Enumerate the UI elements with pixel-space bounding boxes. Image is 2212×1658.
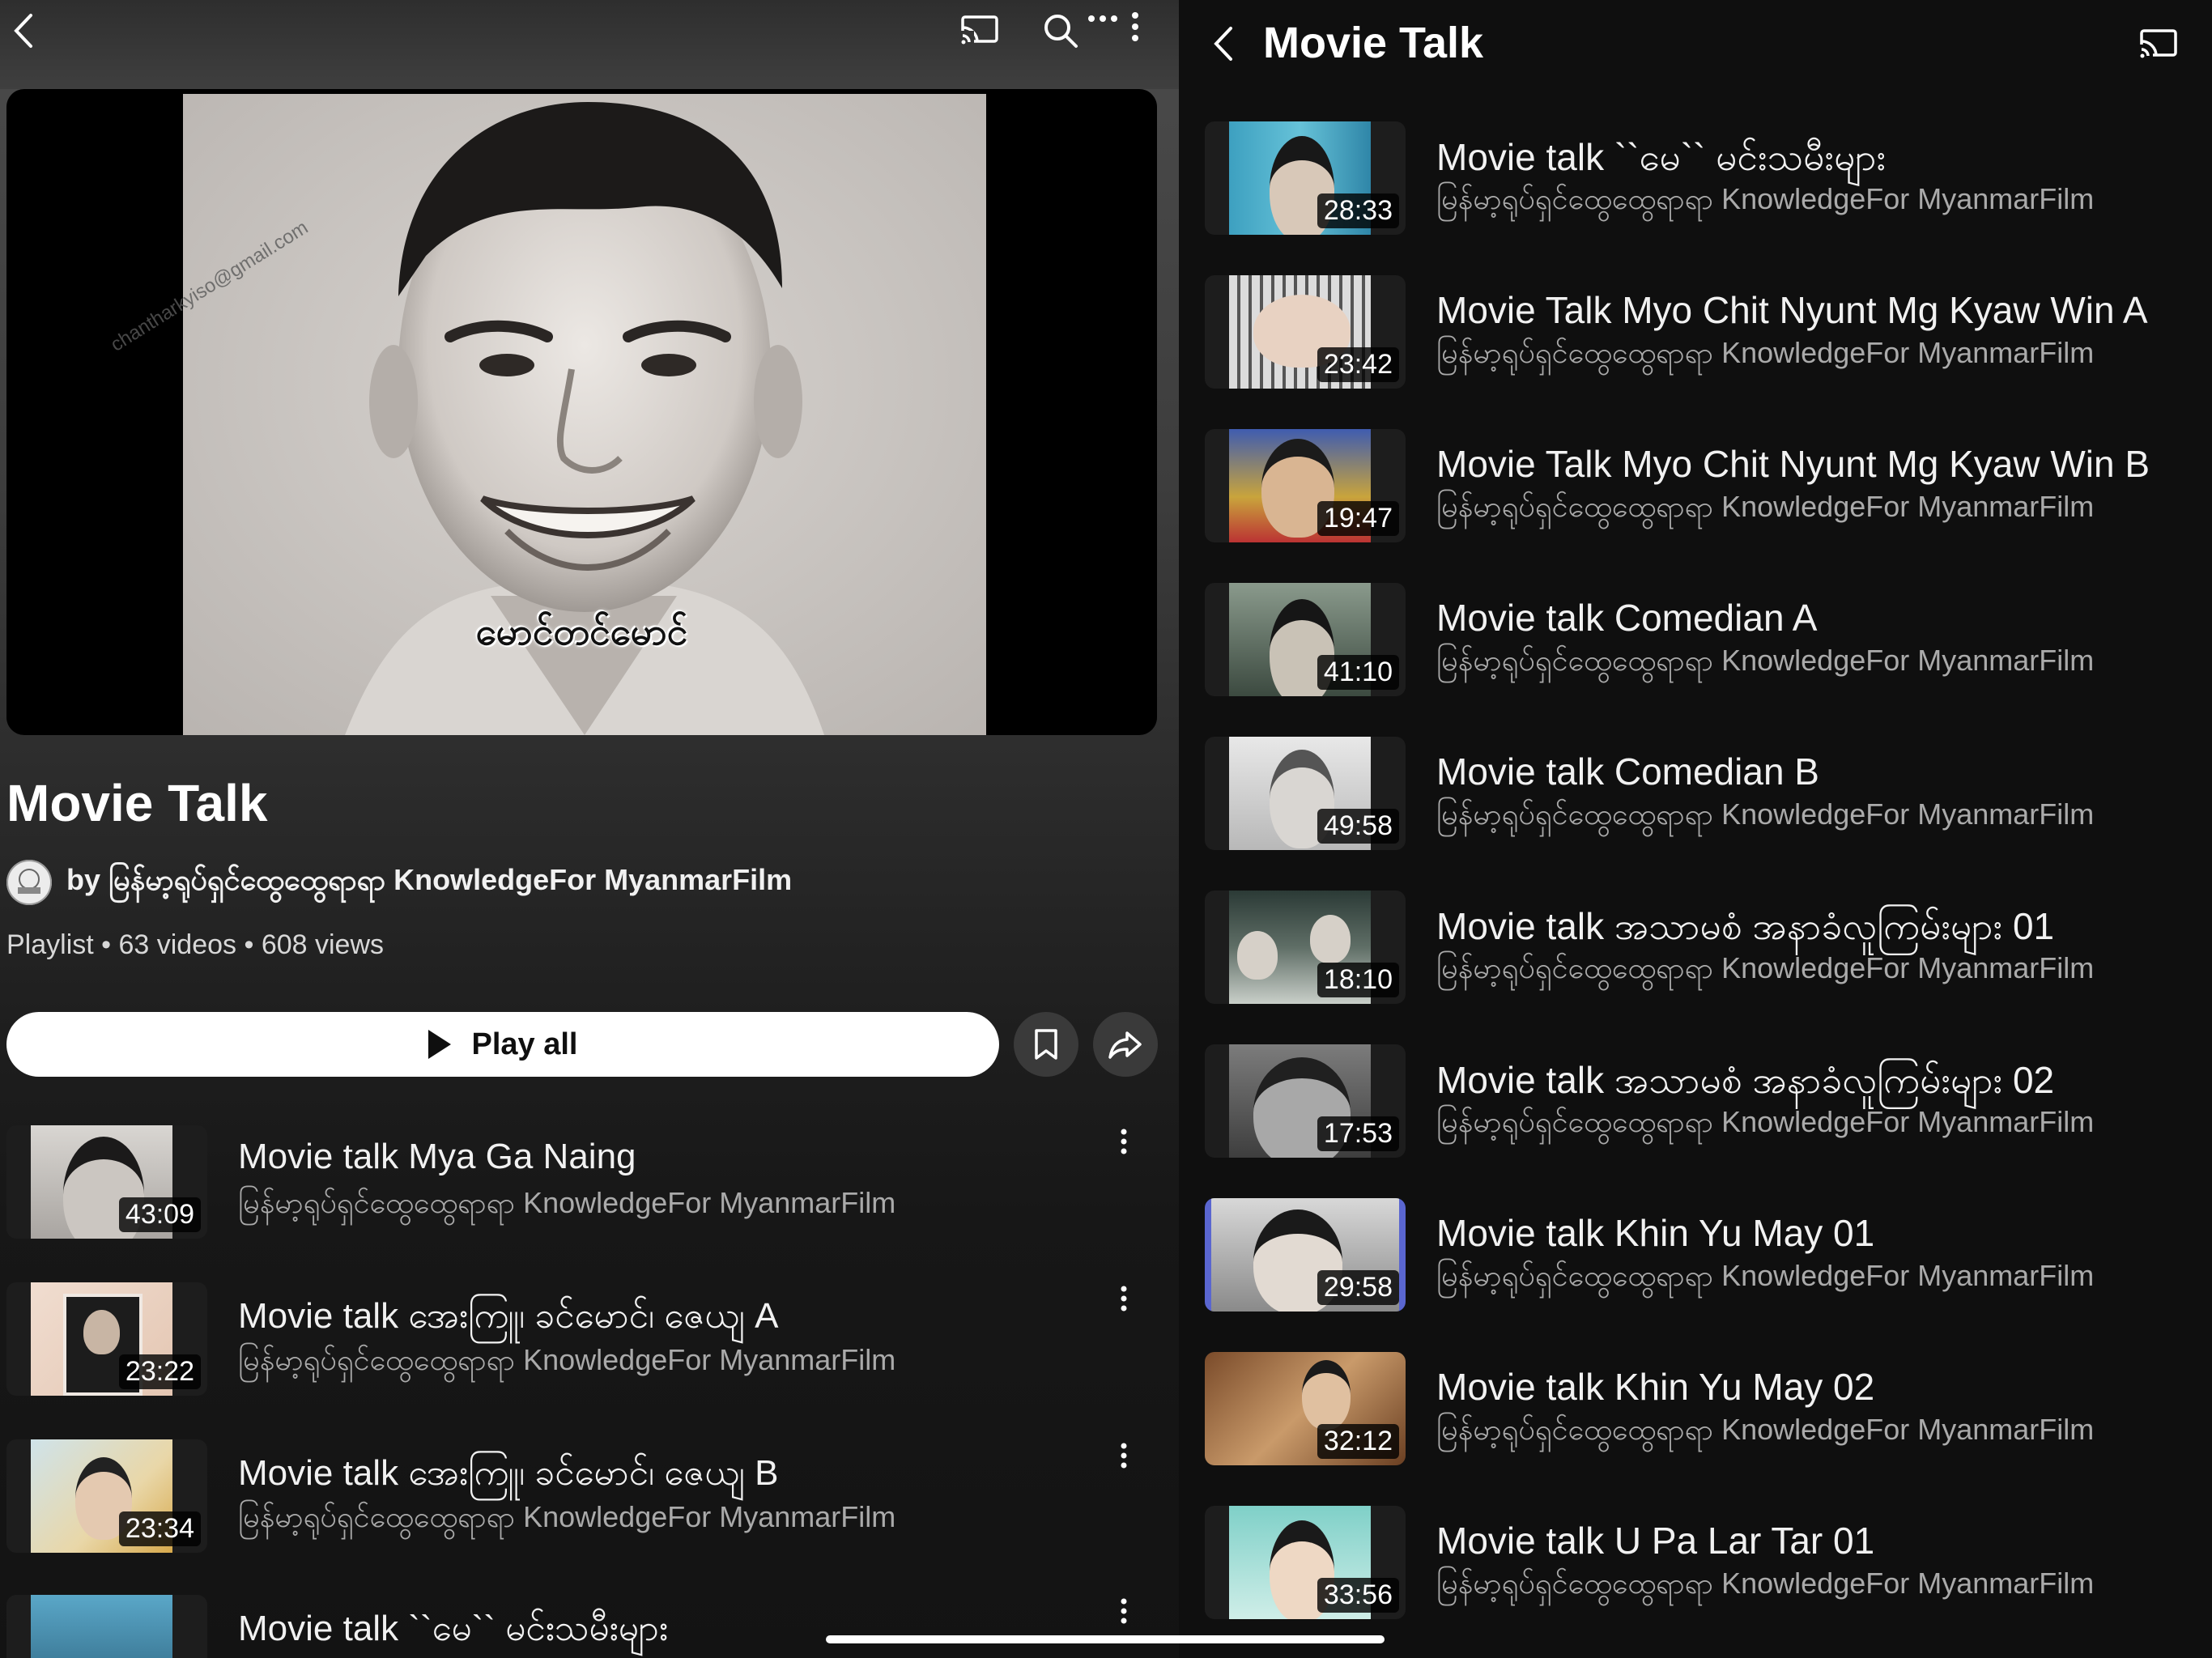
channel-name: မြန်မာ့ရုပ်ရှင်ထွေထွေရာရာ KnowledgeFor M… [1436, 1413, 2095, 1446]
more-vert-icon[interactable] [1108, 1282, 1140, 1315]
duration-badge: 32:12 [1317, 1424, 1399, 1459]
play-all-label: Play all [471, 1027, 578, 1061]
more-vert-icon[interactable] [1108, 1595, 1140, 1627]
share-icon [1108, 1031, 1142, 1059]
video-thumbnail[interactable]: 18:10 [1205, 891, 1406, 1004]
list-item[interactable]: 23:22 Movie talk အေးကြူ၊ ခင်မောင်၊ ဇေယျ … [6, 1282, 1172, 1402]
video-thumbnail[interactable]: 41:10 [1205, 583, 1406, 696]
playlist-header-pane: chantharkyiso@gmail.com မောင်တင်မောင် Mo… [0, 0, 1179, 1658]
video-thumbnail[interactable]: 19:47 [1205, 429, 1406, 542]
duration-badge: 17:53 [1317, 1116, 1399, 1151]
video-title[interactable]: Movie talk Mya Ga Naing [238, 1137, 636, 1177]
duration-badge: 23:22 [118, 1354, 201, 1389]
video-title[interactable]: Movie talk ``မေ`` မင်းသမီးများ [238, 1606, 668, 1658]
channel-name: မြန်မာ့ရုပ်ရှင်ထွေထွေရာရာ KnowledgeFor M… [238, 1500, 896, 1533]
video-thumbnail[interactable]: 43:09 [6, 1125, 207, 1239]
video-thumbnail[interactable] [6, 1595, 207, 1658]
channel-name: မြန်မာ့ရုပ်ရှင်ထွေထွေရာရာ KnowledgeFor M… [1436, 182, 2095, 215]
duration-badge: 43:09 [118, 1197, 201, 1232]
list-item[interactable]: Movie talk ``မေ`` မင်းသမီးများ [6, 1595, 1172, 1658]
video-title[interactable]: Movie talk U Pa Lar Tar 01 [1436, 1519, 1874, 1562]
video-title[interactable]: Movie talk Khin Yu May 02 [1436, 1365, 1874, 1409]
list-item[interactable]: 17:53 Movie talk အသာမစံ အနာခံလူကြမ်းများ… [1205, 1044, 2209, 1164]
duration-badge: 23:34 [118, 1511, 201, 1546]
list-item[interactable]: 29:58 Movie talk Khin Yu May 01 မြန်မာ့ရ… [1205, 1198, 2209, 1318]
channel-name: မြန်မာ့ရုပ်ရှင်ထွေထွေရာရာ KnowledgeFor M… [1436, 1567, 2095, 1600]
thumbnail-caption: မောင်တင်မောင် [475, 610, 688, 653]
panel-title: Movie Talk [1263, 19, 1484, 67]
list-item[interactable]: 41:10 Movie talk Comedian A မြန်မာ့ရုပ်ရ… [1205, 583, 2209, 703]
channel-name: မြန်မာ့ရုပ်ရှင်ထွေထွေရာရာ KnowledgeFor M… [1436, 336, 2095, 369]
duration-badge: 49:58 [1317, 809, 1399, 844]
list-item[interactable]: 43:09 Movie talk Mya Ga Naing မြန်မာ့ရုပ… [6, 1125, 1172, 1245]
video-thumbnail[interactable]: 29:58 [1205, 1198, 1406, 1312]
play-icon [428, 1030, 451, 1059]
channel-name: မြန်မာ့ရုပ်ရှင်ထွေထွေရာရာ KnowledgeFor M… [1436, 1105, 2095, 1138]
video-thumbnail[interactable]: 32:12 [1205, 1352, 1406, 1465]
owner-name[interactable]: by မြန်မာ့ရုပ်ရှင်ထွေထွေရာရာ KnowledgeFo… [66, 861, 792, 904]
duration-badge: 19:47 [1317, 501, 1399, 536]
video-title[interactable]: Movie talk Comedian B [1436, 750, 1819, 793]
duration-badge: 41:10 [1317, 655, 1399, 690]
channel-name: မြန်မာ့ရုပ်ရှင်ထွေထွေရာရာ KnowledgeFor M… [1436, 797, 2095, 831]
channel-name: မြန်မာ့ရုပ်ရှင်ထွေထွေရာရာ KnowledgeFor M… [238, 1186, 896, 1219]
channel-name: မြန်မာ့ရုပ်ရှင်ထွေထွေရာရာ KnowledgeFor M… [1436, 490, 2095, 523]
duration-badge: 29:58 [1317, 1270, 1399, 1305]
more-vert-icon[interactable] [1108, 1125, 1140, 1158]
cast-icon[interactable] [2134, 24, 2183, 65]
more-options-icon[interactable] [1085, 5, 1142, 53]
search-icon[interactable] [1036, 6, 1085, 55]
playlist-videos-pane: Movie Talk 28:33 Movie talk ``မေ`` မင်းသ… [1179, 0, 2212, 1658]
video-thumbnail[interactable]: 33:56 [1205, 1506, 1406, 1619]
list-item[interactable]: 28:33 Movie talk ``မေ`` မင်းသမီးများ မြန… [1205, 121, 2209, 241]
more-vert-icon[interactable] [1108, 1439, 1140, 1472]
bookmark-icon [1035, 1029, 1057, 1060]
list-item[interactable]: 23:34 Movie talk အေးကြူ၊ ခင်မောင်၊ ဇေယျ … [6, 1439, 1172, 1559]
playlist-title: Movie Talk [6, 774, 268, 832]
video-thumbnail[interactable]: 49:58 [1205, 737, 1406, 850]
duration-badge: 18:10 [1317, 963, 1399, 997]
channel-avatar[interactable] [6, 860, 52, 905]
play-all-button[interactable]: Play all [6, 1012, 999, 1077]
channel-name: မြန်မာ့ရုပ်ရှင်ထွေထွေရာရာ KnowledgeFor M… [1436, 1259, 2095, 1292]
save-playlist-button[interactable] [1014, 1012, 1078, 1077]
video-title[interactable]: Movie talk Khin Yu May 01 [1436, 1211, 1874, 1255]
list-item[interactable]: 19:47 Movie Talk Myo Chit Nyunt Mg Kyaw … [1205, 429, 2209, 549]
playlist-cover-thumbnail[interactable]: chantharkyiso@gmail.com မောင်တင်မောင် [6, 89, 1157, 735]
list-item[interactable]: 18:10 Movie talk အသာမစံ အနာခံလူကြမ်းများ… [1205, 891, 2209, 1010]
duration-badge: 28:33 [1317, 193, 1399, 228]
video-title[interactable]: Movie Talk Myo Chit Nyunt Mg Kyaw Win B [1436, 442, 2150, 486]
video-title[interactable]: Movie talk အေးကြူ၊ ခင်မောင်၊ ဇေယျ A [238, 1294, 779, 1346]
list-item[interactable]: 33:56 Movie talk U Pa Lar Tar 01 မြန်မာ့… [1205, 1506, 2209, 1626]
share-button[interactable] [1093, 1012, 1158, 1077]
list-item[interactable]: 49:58 Movie talk Comedian B မြန်မာ့ရုပ်ရ… [1205, 737, 2209, 857]
cast-icon[interactable] [955, 8, 1004, 53]
channel-name: မြန်မာ့ရုပ်ရှင်ထွေထွေရာရာ KnowledgeFor M… [238, 1343, 896, 1376]
list-item[interactable]: 23:42 Movie Talk Myo Chit Nyunt Mg Kyaw … [1205, 275, 2209, 395]
video-thumbnail[interactable]: 23:42 [1205, 275, 1406, 389]
video-thumbnail[interactable]: 28:33 [1205, 121, 1406, 235]
home-indicator [826, 1635, 1385, 1643]
back-arrow-icon[interactable] [1203, 21, 1244, 66]
duration-badge: 33:56 [1317, 1578, 1399, 1613]
playlist-meta: Playlist • 63 videos • 608 views [6, 929, 385, 960]
list-item[interactable]: 32:12 Movie talk Khin Yu May 02 မြန်မာ့ရ… [1205, 1352, 2209, 1472]
video-thumbnail[interactable]: 23:22 [6, 1282, 207, 1396]
video-thumbnail[interactable]: 23:34 [6, 1439, 207, 1553]
back-arrow-icon[interactable] [0, 6, 49, 55]
duration-badge: 23:42 [1317, 347, 1399, 382]
video-thumbnail[interactable]: 17:53 [1205, 1044, 1406, 1158]
video-title[interactable]: Movie Talk Myo Chit Nyunt Mg Kyaw Win A [1436, 288, 2148, 332]
playlist-owner[interactable]: by မြန်မာ့ရုပ်ရှင်ထွေထွေရာရာ KnowledgeFo… [6, 858, 792, 907]
video-title[interactable]: Movie talk အေးကြူ၊ ခင်မောင်၊ ဇေယျ B [238, 1451, 779, 1503]
video-title[interactable]: Movie talk Comedian A [1436, 596, 1817, 640]
channel-name: မြန်မာ့ရုပ်ရှင်ထွေထွေရာရာ KnowledgeFor M… [1436, 951, 2095, 984]
channel-name: မြန်မာ့ရုပ်ရှင်ထွေထွေရာရာ KnowledgeFor M… [1436, 644, 2095, 677]
